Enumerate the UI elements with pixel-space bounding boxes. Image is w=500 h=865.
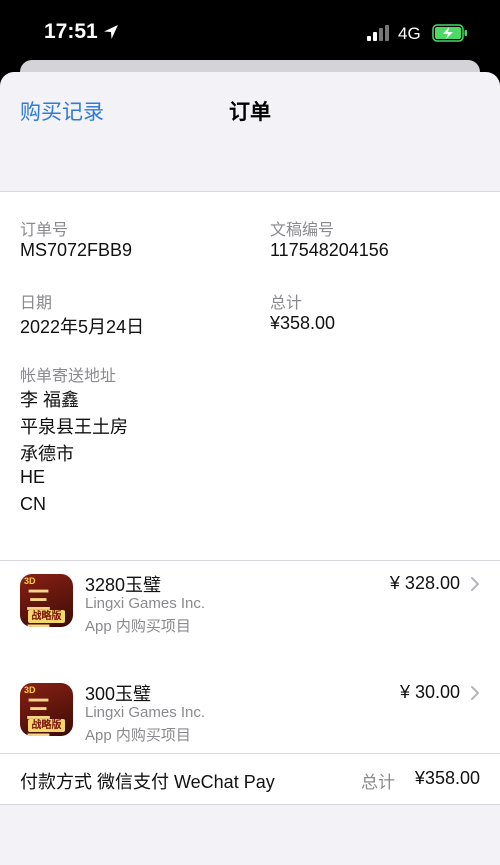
payment-total-label: 总计 bbox=[361, 773, 395, 792]
order-number-label: 订单号 bbox=[20, 222, 69, 239]
app-icon-strip: 战略版 bbox=[28, 610, 65, 623]
item-developer: Lingxi Games Inc. bbox=[85, 595, 206, 612]
battery-charging-icon bbox=[432, 24, 467, 42]
total-label: 总计 bbox=[270, 295, 303, 312]
item-type: App 内购买项目 bbox=[85, 727, 191, 744]
item-developer: Lingxi Games Inc. bbox=[85, 704, 206, 721]
status-bar: 17:51 4G bbox=[0, 0, 500, 62]
document-number-label: 文稿编号 bbox=[270, 222, 335, 239]
item-name: 300玉璧 bbox=[85, 684, 152, 704]
billing-address-label: 帐单寄送地址 bbox=[20, 368, 117, 385]
location-arrow-icon bbox=[104, 25, 118, 39]
document-number-value: 117548204156 bbox=[270, 240, 389, 260]
chevron-right-icon bbox=[471, 577, 479, 591]
payment-method-row: 付款方式 微信支付 WeChat Pay 总计 ¥358.00 bbox=[0, 753, 500, 805]
payment-method-label: 付款方式 微信支付 WeChat Pay bbox=[20, 772, 275, 792]
item-type: App 内购买项目 bbox=[85, 618, 191, 635]
network-type: 4G bbox=[398, 24, 421, 43]
item-price: ¥ 30.00 bbox=[399, 682, 460, 702]
payment-total-value: ¥358.00 bbox=[414, 768, 480, 788]
address-line: CN bbox=[20, 494, 46, 514]
order-info-section: 订单号 MS7072FBB9 文稿编号 117548204156 日期 2022… bbox=[0, 191, 500, 561]
address-line: 承德市 bbox=[20, 444, 74, 464]
cellular-signal-icon bbox=[367, 25, 389, 41]
total-value: ¥358.00 bbox=[270, 313, 336, 333]
order-sheet: 购买记录 订单 订单号 MS7072FBB9 文稿编号 117548204156… bbox=[0, 72, 500, 865]
order-number-value: MS7072FBB9 bbox=[20, 240, 133, 260]
app-icon: 3D 三國志 战略版 bbox=[20, 683, 73, 736]
item-name: 3280玉璧 bbox=[85, 575, 162, 595]
date-value: 2022年5月24日 bbox=[20, 317, 145, 337]
app-icon-strip: 战略版 bbox=[28, 719, 65, 732]
chevron-right-icon bbox=[471, 686, 479, 700]
date-label: 日期 bbox=[20, 295, 53, 312]
address-line: 李 福鑫 bbox=[20, 390, 80, 410]
purchase-item-3280[interactable]: 3D 三國志 战略版 3280玉璧 Lingxi Games Inc. App … bbox=[0, 571, 500, 661]
app-icon: 3D 三國志 战略版 bbox=[20, 574, 73, 627]
navigation-bar: 购买记录 订单 bbox=[0, 72, 500, 192]
status-time: 17:51 bbox=[44, 20, 98, 43]
address-line: HE bbox=[20, 467, 46, 487]
address-line: 平泉县王土房 bbox=[20, 417, 128, 437]
item-price: ¥ 328.00 bbox=[389, 573, 460, 593]
page-title: 订单 bbox=[229, 101, 271, 124]
